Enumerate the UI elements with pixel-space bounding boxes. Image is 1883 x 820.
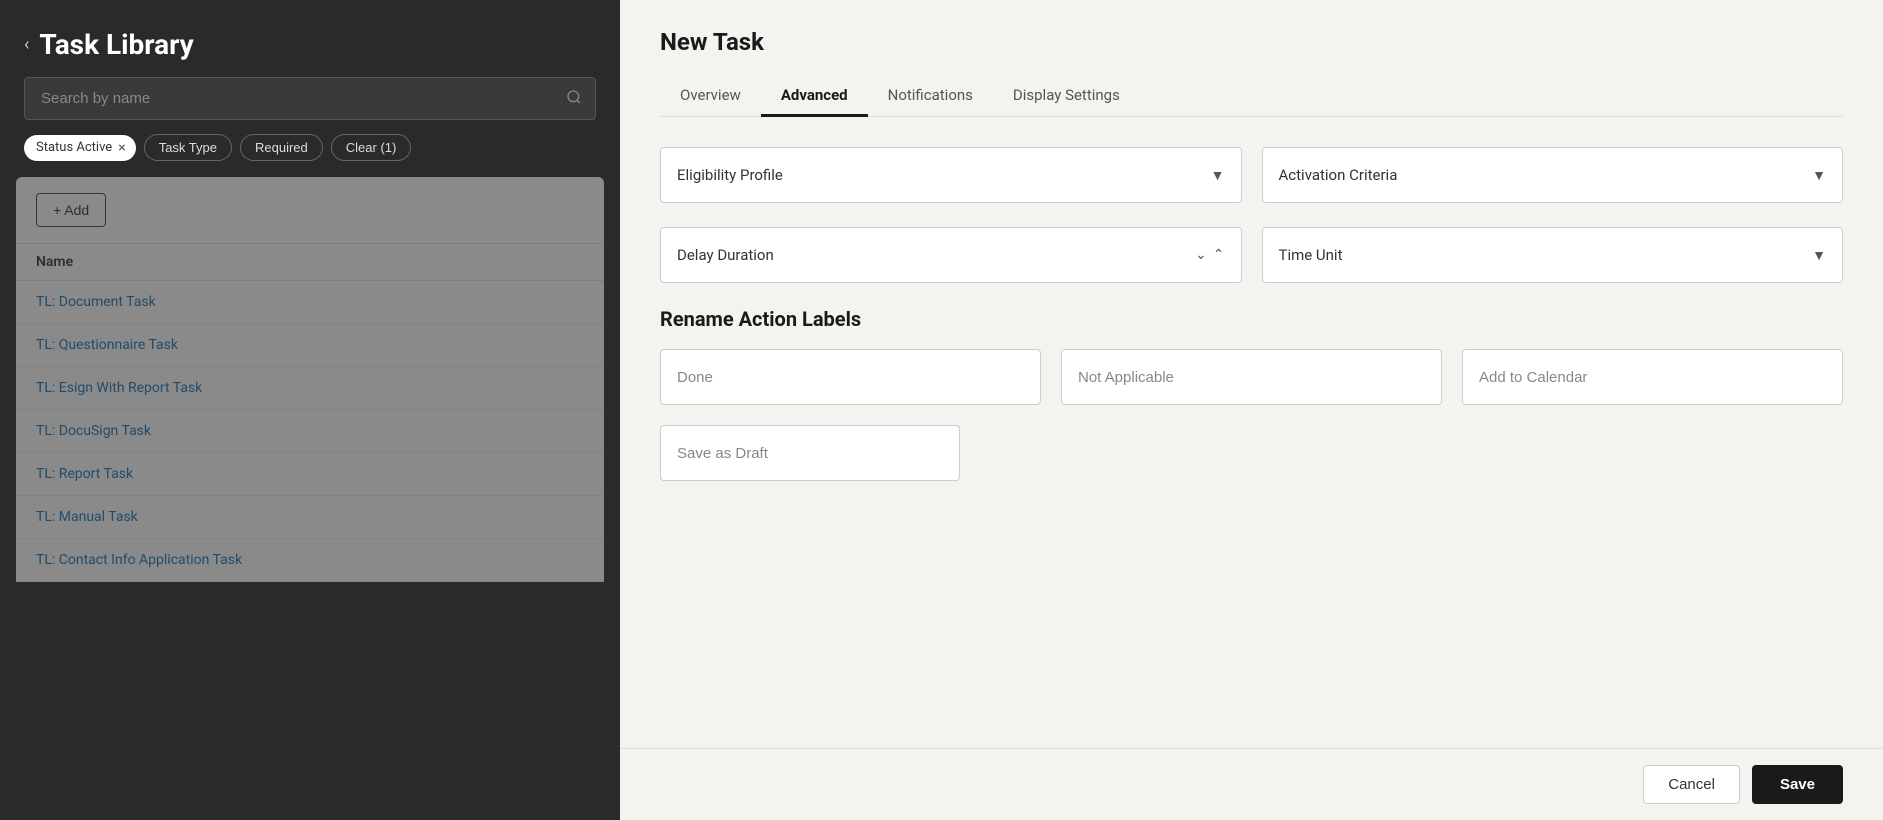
task-type-filter-button[interactable]: Task Type [144, 134, 232, 161]
time-unit-label: Time Unit [1279, 246, 1343, 264]
activation-dropdown-icons: ▼ [1812, 167, 1826, 184]
save-draft-row [660, 425, 1843, 481]
filter-row: Status Active × Task Type Required Clear… [0, 134, 620, 177]
add-to-calendar-field [1462, 349, 1843, 405]
required-filter-button[interactable]: Required [240, 134, 323, 161]
time-unit-dropdown-icons: ▼ [1812, 247, 1826, 264]
done-field [660, 349, 1041, 405]
status-active-label: Status Active [36, 140, 112, 155]
rename-labels-row-1 [660, 349, 1843, 405]
rename-section-title: Rename Action Labels [660, 307, 1843, 331]
panel-footer: Cancel Save [620, 748, 1883, 820]
activation-criteria-label: Activation Criteria [1279, 166, 1398, 184]
tab-bar: Overview Advanced Notifications Display … [660, 76, 1843, 117]
done-input[interactable] [660, 349, 1041, 405]
not-applicable-input[interactable] [1061, 349, 1442, 405]
chevron-down-icon: ▼ [1211, 167, 1225, 184]
not-applicable-field [1061, 349, 1442, 405]
activation-criteria-field: Activation Criteria ▼ [1262, 147, 1844, 203]
chevron-down-icon: ⌄ [1195, 247, 1207, 263]
chevron-down-icon: ▼ [1812, 167, 1826, 184]
save-as-draft-input[interactable] [660, 425, 960, 481]
cancel-button[interactable]: Cancel [1643, 765, 1740, 804]
time-unit-dropdown[interactable]: Time Unit ▼ [1262, 227, 1844, 283]
delay-duration-dropdown[interactable]: Delay Duration ⌄ ⌃ [660, 227, 1242, 283]
chevron-up-icon: ⌃ [1213, 247, 1225, 263]
dim-overlay [0, 177, 620, 820]
panel-body: Eligibility Profile ▼ Activation Criteri… [620, 117, 1883, 748]
tab-display-settings[interactable]: Display Settings [993, 76, 1140, 117]
chevron-down-icon: ▼ [1812, 247, 1826, 264]
panel-header: New Task Overview Advanced Notifications… [620, 0, 1883, 117]
sidebar-content-area: + Add Name TL: Document Task TL: Questio… [0, 177, 620, 820]
search-icon [566, 89, 582, 109]
sidebar-header: ‹ Task Library [0, 0, 620, 77]
status-filter-close-icon[interactable]: × [118, 140, 125, 156]
eligibility-dropdown-icons: ▼ [1211, 167, 1225, 184]
main-panel: New Task Overview Advanced Notifications… [620, 0, 1883, 820]
save-as-draft-field [660, 425, 960, 481]
form-row-1: Eligibility Profile ▼ Activation Criteri… [660, 147, 1843, 203]
save-button[interactable]: Save [1752, 765, 1843, 804]
tab-notifications[interactable]: Notifications [868, 76, 993, 117]
eligibility-profile-label: Eligibility Profile [677, 166, 783, 184]
eligibility-profile-field: Eligibility Profile ▼ [660, 147, 1242, 203]
clear-filter-button[interactable]: Clear (1) [331, 134, 412, 161]
tab-advanced[interactable]: Advanced [761, 76, 868, 117]
add-to-calendar-input[interactable] [1462, 349, 1843, 405]
back-arrow-icon[interactable]: ‹ [24, 34, 29, 55]
form-row-2: Delay Duration ⌄ ⌃ Time Unit ▼ [660, 227, 1843, 283]
sidebar-title: Task Library [39, 28, 193, 61]
search-bar [24, 77, 596, 120]
sidebar: ‹ Task Library Status Active × Task Type… [0, 0, 620, 820]
delay-dropdown-icons: ⌄ ⌃ [1195, 247, 1224, 263]
status-active-filter[interactable]: Status Active × [24, 135, 136, 161]
page-title: New Task [660, 28, 1843, 56]
activation-criteria-dropdown[interactable]: Activation Criteria ▼ [1262, 147, 1844, 203]
search-input[interactable] [24, 77, 596, 120]
delay-duration-field: Delay Duration ⌄ ⌃ [660, 227, 1242, 283]
time-unit-field: Time Unit ▼ [1262, 227, 1844, 283]
delay-duration-label: Delay Duration [677, 246, 774, 264]
eligibility-profile-dropdown[interactable]: Eligibility Profile ▼ [660, 147, 1242, 203]
tab-overview[interactable]: Overview [660, 76, 761, 117]
